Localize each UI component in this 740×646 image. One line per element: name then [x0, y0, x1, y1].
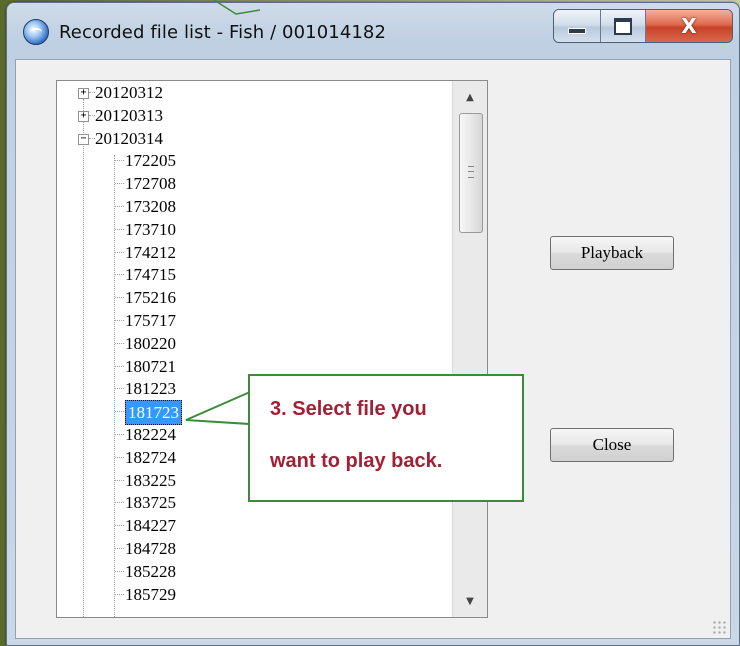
tree-node-label: 180721	[125, 356, 176, 376]
dialog-client-area: +20120312 +20120313−20120314 172205 172708 1…	[15, 59, 731, 639]
tree-connector	[115, 570, 124, 572]
tree-node-label: 183225	[125, 470, 176, 490]
scroll-up-arrow-icon[interactable]: ▲	[453, 81, 487, 113]
app-icon	[23, 19, 49, 45]
instruction-callout: 3. Select file you want to play back.	[248, 374, 524, 502]
tree-connector	[115, 434, 124, 435]
tree-node-label: 173710	[125, 219, 176, 239]
maximize-icon	[614, 17, 632, 35]
tree-node-label: 182724	[125, 447, 176, 467]
tree-node-label: 175717	[125, 311, 176, 330]
tree-node-label: 185729	[125, 584, 176, 604]
tree-connector	[115, 183, 124, 185]
recorded-file-tree[interactable]: +20120312 +20120313−20120314 172205 172708 1…	[56, 80, 488, 618]
tree-node-label: 174715	[125, 265, 176, 285]
tree-connector	[115, 320, 124, 321]
callout-line-1: 3. Select file you	[270, 398, 427, 420]
tree-connector	[115, 342, 124, 344]
tree-connector	[115, 206, 124, 207]
close-window-button[interactable]: X	[646, 10, 732, 42]
tree-connector	[115, 297, 124, 299]
tree-node-label: 172708	[125, 174, 176, 194]
tree-connector	[115, 160, 124, 162]
tree-connector	[115, 502, 124, 504]
tree-node-label: 173208	[125, 197, 176, 216]
scroll-thumb[interactable]	[459, 113, 483, 233]
tree-node-label: 181223	[125, 379, 176, 399]
title-bar[interactable]: Recorded file list - Fish / 001014182 X	[7, 3, 739, 59]
collapse-icon[interactable]: −	[78, 133, 89, 145]
tree-connector	[115, 456, 124, 458]
tree-connector	[115, 411, 124, 413]
tree-connector	[115, 593, 124, 595]
resize-grip-icon[interactable]	[712, 620, 726, 634]
window-title: Recorded file list - Fish / 001014182	[59, 22, 387, 43]
expand-icon[interactable]: +	[78, 88, 89, 99]
close-button[interactable]: Close	[550, 428, 674, 462]
tree-node-label: 183725	[125, 493, 176, 513]
tree-node-label: 20120312	[95, 83, 163, 102]
window-controls: X	[553, 9, 733, 43]
tree-scrollbar[interactable]: ▲ ▼	[452, 81, 487, 617]
expand-icon[interactable]: +	[78, 110, 89, 122]
recorded-file-list-window: Recorded file list - Fish / 001014182 X …	[6, 2, 740, 646]
tree-connector	[115, 251, 124, 253]
tree-node-label: 185228	[125, 561, 176, 581]
tree-connector	[115, 479, 124, 481]
scroll-down-arrow-icon[interactable]: ▼	[453, 585, 487, 617]
tree-node-label: 184227	[125, 516, 176, 536]
tree-node-label: 184728	[125, 539, 176, 558]
playback-button[interactable]: Playback	[550, 236, 674, 270]
tree-connector	[115, 228, 124, 230]
tree-node-label: 182224	[125, 425, 176, 444]
tree-node-label: 180220	[125, 333, 176, 353]
tree-connector	[115, 388, 124, 390]
tree-connector	[115, 274, 124, 276]
tree-connector	[115, 525, 124, 527]
tree-node-label: 175216	[125, 288, 176, 308]
tree-root-guide	[83, 99, 84, 617]
minimize-button[interactable]	[554, 10, 601, 42]
tree-items: +20120312 +20120313−20120314 172205 172708 1…	[57, 81, 451, 617]
tree-node-label: 20120314	[95, 128, 163, 148]
callout-line-2: want to play back.	[270, 450, 443, 472]
grip-icon	[468, 166, 474, 178]
tree-node-label: 174212	[125, 242, 176, 262]
tree-node-label: 172205	[125, 151, 176, 171]
tree-connector	[115, 548, 124, 549]
close-icon: X	[681, 14, 697, 38]
maximize-button[interactable]	[601, 10, 646, 42]
minimize-icon	[568, 28, 586, 34]
selected-file-label: 181723	[125, 400, 182, 426]
tree-node-label: 20120313	[95, 105, 163, 125]
tree-connector	[115, 365, 124, 367]
